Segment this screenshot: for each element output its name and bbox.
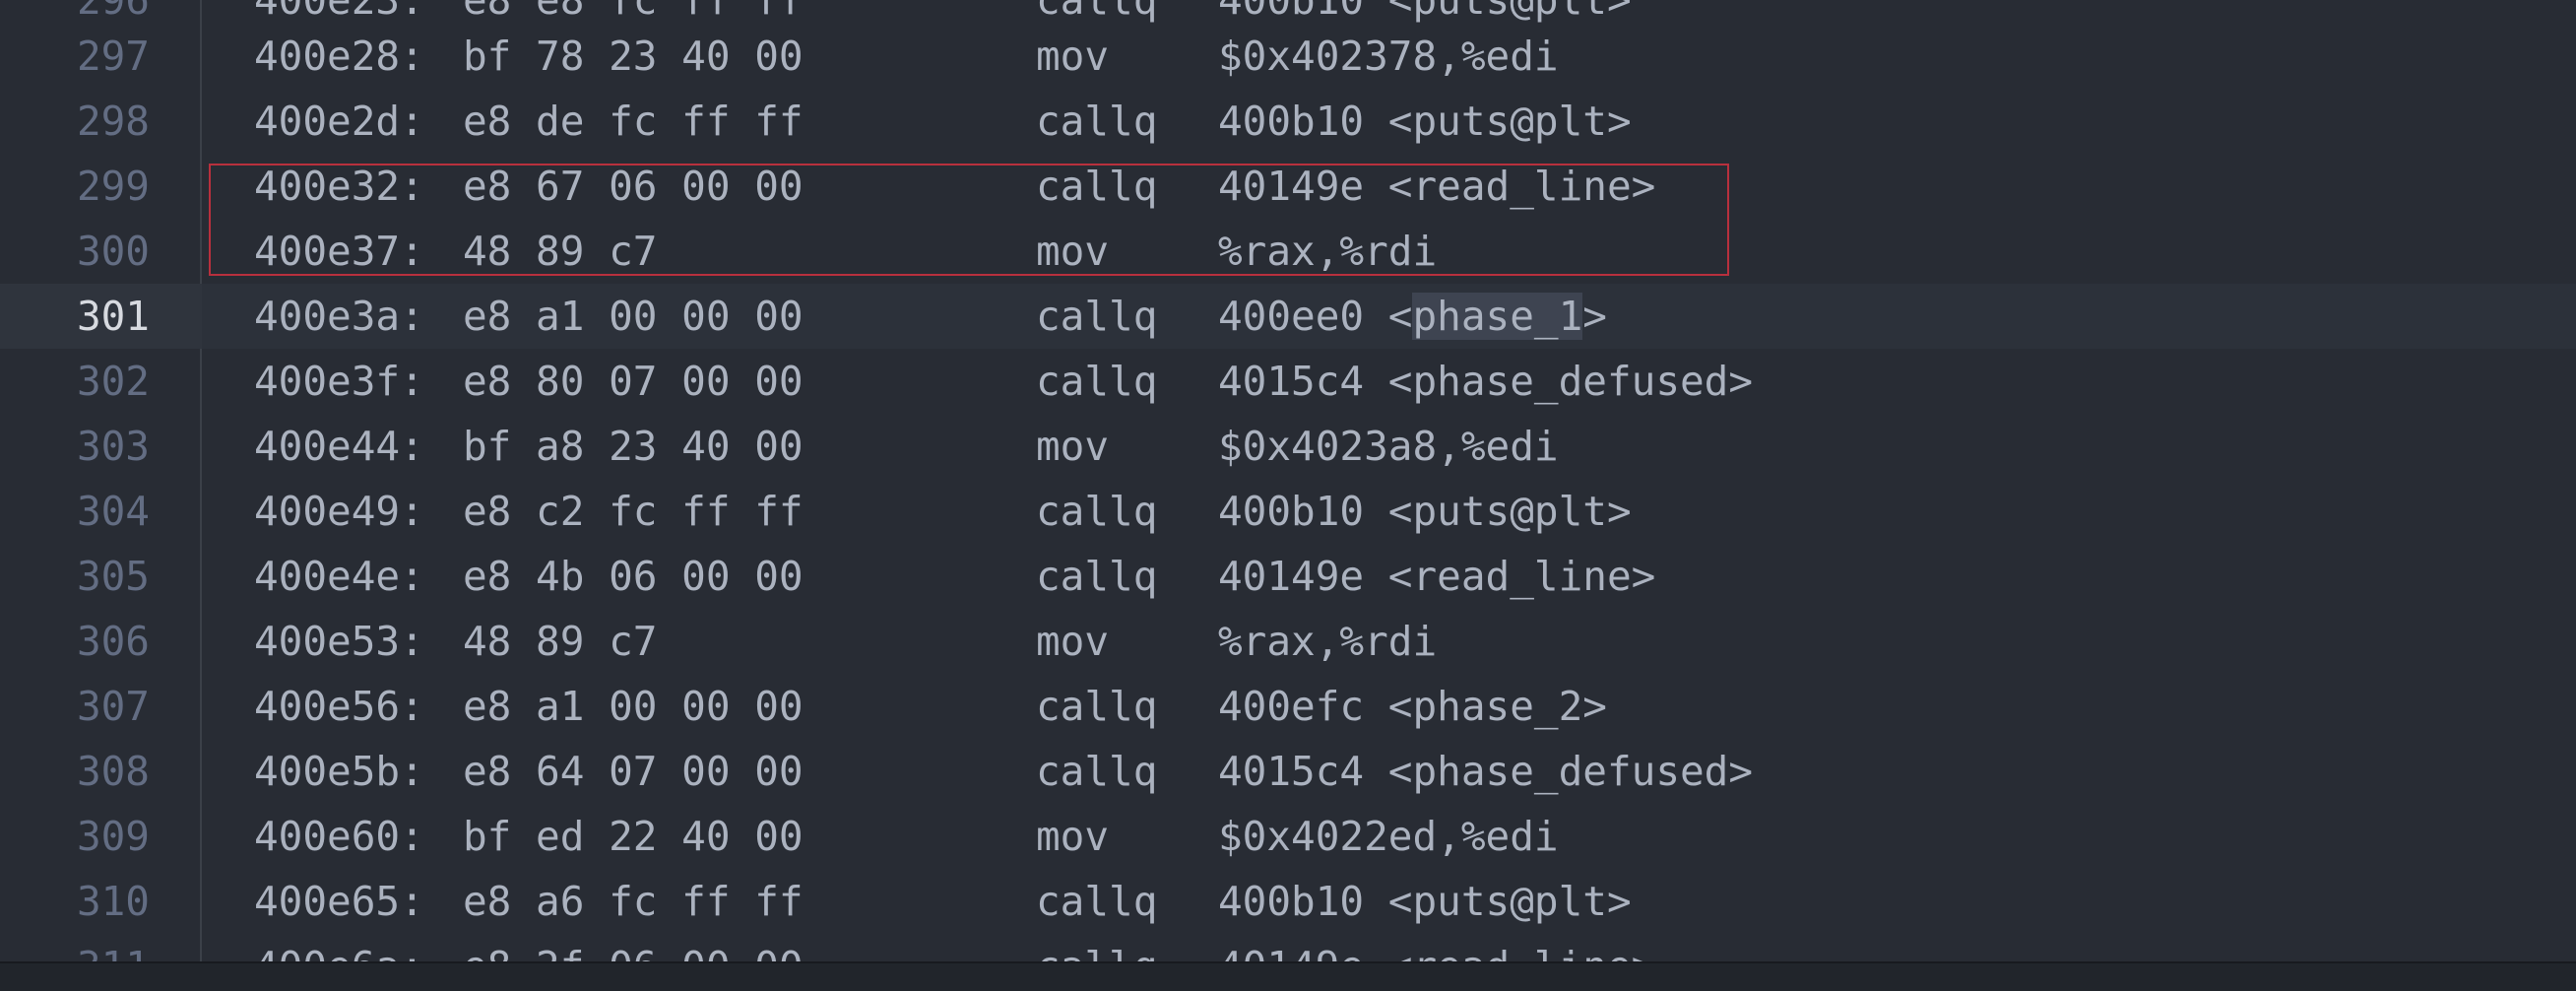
line-number: 309 [76, 813, 150, 860]
instruction-mnemonic: callq [1036, 553, 1158, 600]
instruction-operand: 40149e <read_line> [1218, 163, 1656, 210]
line-number: 310 [76, 878, 150, 925]
instruction-bytes: 48 89 c7 [463, 228, 658, 275]
code-line-307[interactable]: 307 400e56: e8 a1 00 00 00 callq 400efc … [0, 674, 2576, 739]
instruction-address: 400e28: [254, 33, 424, 80]
instruction-mnemonic: callq [1036, 488, 1158, 535]
instruction-operand: 400efc <phase_2> [1218, 683, 1607, 730]
instruction-operand: %rax,%rdi [1218, 618, 1438, 665]
instruction-mnemonic: callq [1036, 683, 1158, 730]
instruction-address: 400e4e: [254, 553, 424, 600]
instruction-operand: %rax,%rdi [1218, 228, 1438, 275]
instruction-mnemonic: callq [1036, 98, 1158, 145]
instruction-address: 400e3f: [254, 358, 424, 405]
code-line-303[interactable]: 303 400e44: bf a8 23 40 00 mov $0x4023a8… [0, 414, 2576, 479]
instruction-mnemonic: mov [1036, 228, 1110, 275]
instruction-address: 400e32: [254, 163, 424, 210]
code-line-310[interactable]: 310 400e65: e8 a6 fc ff ff callq 400b10 … [0, 869, 2576, 934]
instruction-bytes: e8 a1 00 00 00 [463, 683, 804, 730]
code-line-299[interactable]: 299 400e32: e8 67 06 00 00 callq 40149e … [0, 154, 2576, 219]
line-number: 298 [76, 98, 150, 145]
instruction-bytes: e8 67 06 00 00 [463, 163, 804, 210]
instruction-operand: $0x4022ed,%edi [1218, 813, 1559, 860]
instruction-bytes: 48 89 c7 [463, 618, 658, 665]
instruction-bytes: e8 a1 00 00 00 [463, 293, 804, 340]
line-number: 307 [76, 683, 150, 730]
instruction-address: 400e53: [254, 618, 424, 665]
line-number: 306 [76, 618, 150, 665]
operand-suffix: > [1582, 293, 1607, 340]
instruction-bytes: bf ed 22 40 00 [463, 813, 804, 860]
instruction-address: 400e56: [254, 683, 424, 730]
instruction-mnemonic: callq [1036, 358, 1158, 405]
instruction-operand: 400b10 <puts@plt> [1218, 488, 1632, 535]
instruction-address: 400e49: [254, 488, 424, 535]
instruction-operand: 400ee0 <phase_1> [1218, 284, 1607, 349]
instruction-bytes: bf a8 23 40 00 [463, 423, 804, 470]
code-line-304[interactable]: 304 400e49: e8 c2 fc ff ff callq 400b10 … [0, 479, 2576, 544]
code-line-301-current[interactable]: 301 400e3a: e8 a1 00 00 00 callq 400ee0 … [0, 284, 2576, 349]
line-number: 301 [76, 293, 150, 340]
instruction-mnemonic: mov [1036, 33, 1110, 80]
instruction-bytes: e8 64 07 00 00 [463, 748, 804, 795]
code-editor[interactable]: 296 400e23: e8 e8 fc ff ff callq 400b10 … [0, 0, 2576, 991]
instruction-mnemonic: mov [1036, 813, 1110, 860]
instruction-bytes: e8 c2 fc ff ff [463, 488, 804, 535]
instruction-address: 400e3a: [254, 293, 424, 340]
code-line-297[interactable]: 297 400e28: bf 78 23 40 00 mov $0x402378… [0, 24, 2576, 89]
line-number: 303 [76, 423, 150, 470]
instruction-bytes: e8 4b 06 00 00 [463, 553, 804, 600]
instruction-operand: 400b10 <puts@plt> [1218, 878, 1632, 925]
instruction-bytes: e8 a6 fc ff ff [463, 878, 804, 925]
instruction-bytes: e8 80 07 00 00 [463, 358, 804, 405]
code-line-308[interactable]: 308 400e5b: e8 64 07 00 00 callq 4015c4 … [0, 739, 2576, 804]
instruction-mnemonic: mov [1036, 423, 1110, 470]
line-number: 308 [76, 748, 150, 795]
instruction-operand: 4015c4 <phase_defused> [1218, 358, 1754, 405]
instruction-mnemonic: callq [1036, 293, 1158, 340]
text-selection[interactable]: phase_1 [1412, 293, 1583, 340]
instruction-mnemonic: callq [1036, 163, 1158, 210]
instruction-mnemonic: callq [1036, 878, 1158, 925]
instruction-operand: 40149e <read_line> [1218, 553, 1656, 600]
instruction-bytes: bf 78 23 40 00 [463, 33, 804, 80]
code-line-309[interactable]: 309 400e60: bf ed 22 40 00 mov $0x4022ed… [0, 804, 2576, 869]
code-line-300[interactable]: 300 400e37: 48 89 c7 mov %rax,%rdi [0, 219, 2576, 284]
line-number: 304 [76, 488, 150, 535]
line-number: 305 [76, 553, 150, 600]
instruction-mnemonic: mov [1036, 618, 1110, 665]
instruction-mnemonic: callq [1036, 748, 1158, 795]
code-line-302[interactable]: 302 400e3f: e8 80 07 00 00 callq 4015c4 … [0, 349, 2576, 414]
instruction-address: 400e5b: [254, 748, 424, 795]
line-number: 300 [76, 228, 150, 275]
instruction-operand: $0x4023a8,%edi [1218, 423, 1559, 470]
instruction-operand: 400b10 <puts@plt> [1218, 98, 1632, 145]
instruction-address: 400e2d: [254, 98, 424, 145]
instruction-bytes: e8 de fc ff ff [463, 98, 804, 145]
line-number: 302 [76, 358, 150, 405]
status-bar [0, 961, 2576, 991]
instruction-address: 400e60: [254, 813, 424, 860]
instruction-address: 400e65: [254, 878, 424, 925]
instruction-address: 400e37: [254, 228, 424, 275]
operand-prefix: 400ee0 < [1218, 293, 1413, 340]
instruction-operand: 4015c4 <phase_defused> [1218, 748, 1754, 795]
code-line-306[interactable]: 306 400e53: 48 89 c7 mov %rax,%rdi [0, 609, 2576, 674]
code-line-298[interactable]: 298 400e2d: e8 de fc ff ff callq 400b10 … [0, 89, 2576, 154]
instruction-operand: $0x402378,%edi [1218, 33, 1559, 80]
code-line-305[interactable]: 305 400e4e: e8 4b 06 00 00 callq 40149e … [0, 544, 2576, 609]
line-number: 299 [76, 163, 150, 210]
line-number: 297 [76, 33, 150, 80]
instruction-address: 400e44: [254, 423, 424, 470]
